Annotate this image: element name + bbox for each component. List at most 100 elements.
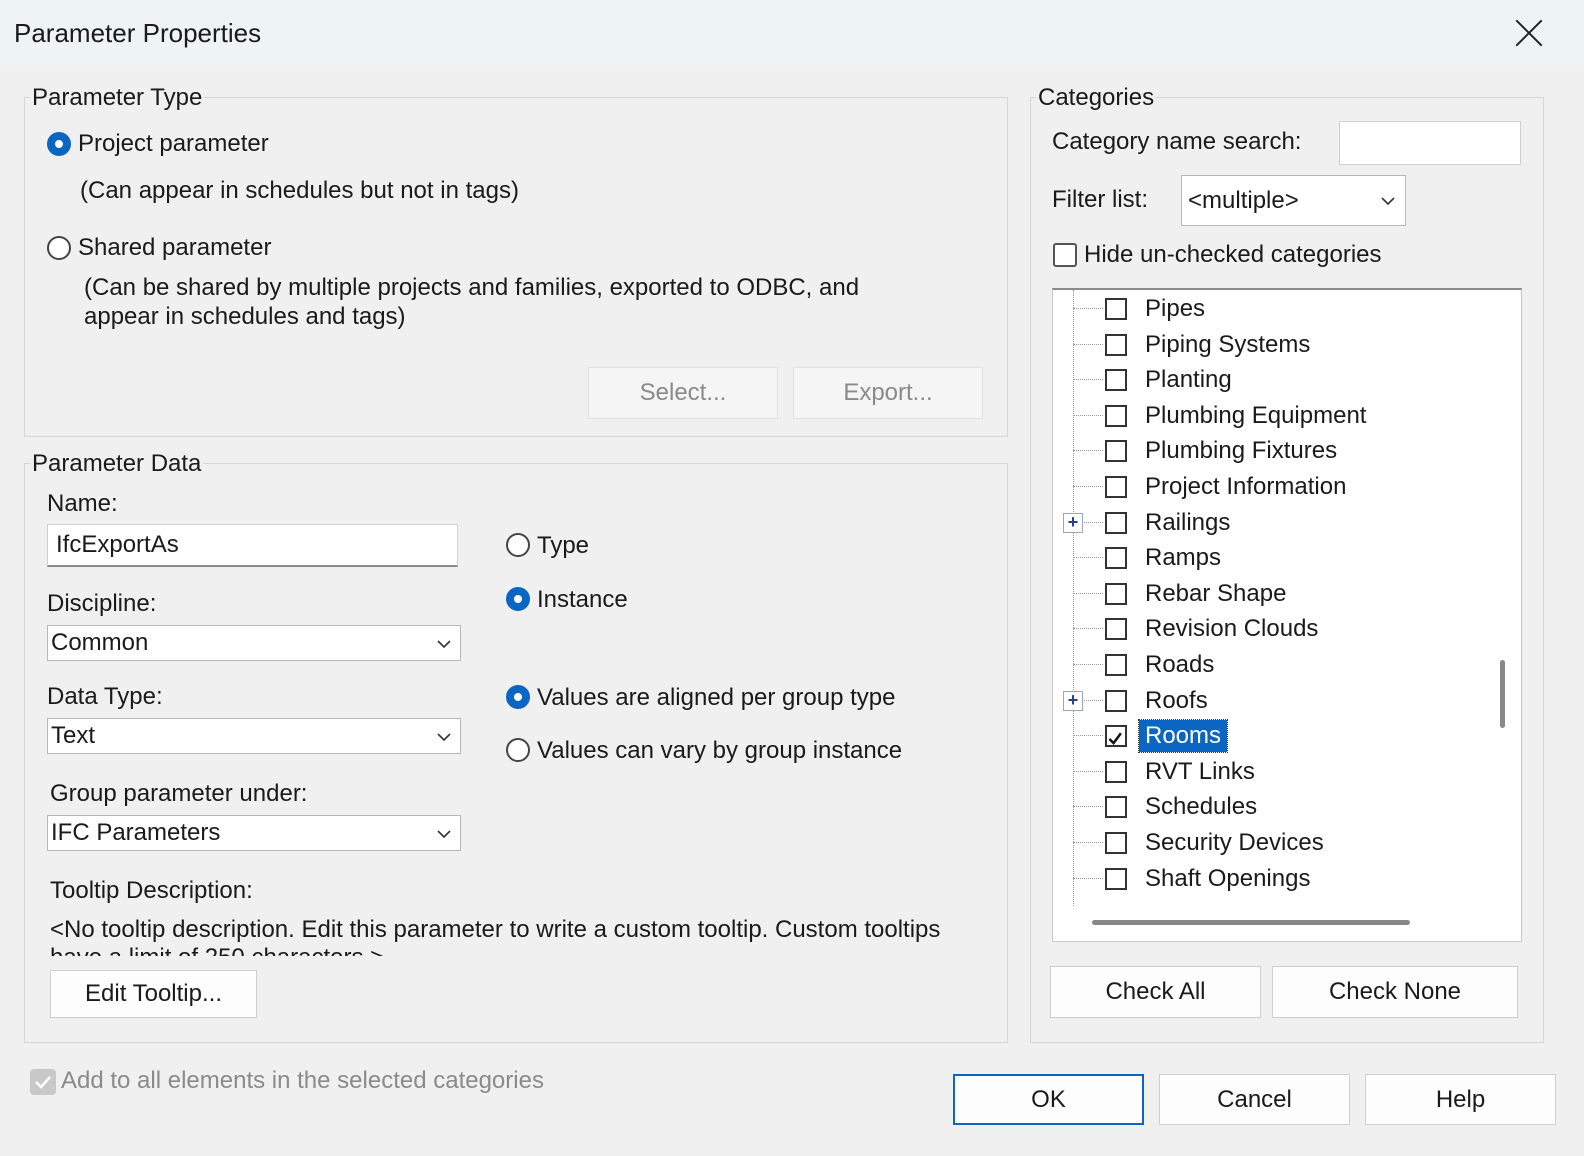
category-tree-row[interactable]: Plumbing Fixtures: [1053, 433, 1483, 469]
category-label: Schedules: [1145, 793, 1258, 821]
aligned-per-group-type-radio[interactable]: [506, 685, 530, 709]
shared-parameter-description-2: appear in schedules and tags): [84, 303, 406, 330]
group-parameter-label: Group parameter under:: [50, 780, 308, 807]
category-checkbox[interactable]: [1105, 404, 1127, 427]
category-checkbox[interactable]: [1105, 298, 1127, 320]
tree-connector: [1073, 486, 1103, 487]
category-tree-row[interactable]: Ramps: [1053, 540, 1483, 576]
data-type-select[interactable]: Text: [47, 718, 461, 754]
category-label: Roads: [1145, 651, 1215, 678]
cancel-button[interactable]: Cancel: [1159, 1074, 1350, 1125]
category-tree-row[interactable]: Pipes: [1053, 291, 1483, 327]
tree-connector: [1073, 770, 1103, 772]
category-checkbox[interactable]: [1105, 440, 1127, 463]
category-tree-row[interactable]: Security Devices: [1053, 825, 1483, 861]
select-button[interactable]: Select...: [588, 367, 778, 419]
category-tree-row[interactable]: + Roofs: [1053, 683, 1483, 719]
category-checkbox[interactable]: [1105, 511, 1127, 534]
expand-plus-icon[interactable]: +: [1063, 690, 1083, 711]
category-tree-row[interactable]: Rebar Shape: [1053, 576, 1483, 612]
category-search-input[interactable]: [1339, 121, 1521, 165]
category-tree-row[interactable]: Plumbing Equipment: [1053, 398, 1483, 434]
project-parameter-description: (Can appear in schedules but not in tags…: [80, 177, 519, 204]
category-checkbox[interactable]: [1105, 867, 1127, 890]
tree-connector: [1073, 308, 1103, 309]
shared-parameter-radio[interactable]: [47, 236, 71, 260]
category-tree-row[interactable]: Planting: [1053, 362, 1483, 398]
group-parameter-value: IFC Parameters: [51, 819, 221, 846]
category-search-label: Category name search:: [1052, 128, 1302, 155]
category-label: Project Information: [1145, 473, 1347, 500]
group-parameter-select[interactable]: IFC Parameters: [47, 815, 461, 851]
category-tree[interactable]: Pipes Piping Systems Planting Plumbing Equi…: [1052, 288, 1522, 942]
hide-unchecked-checkbox[interactable]: [1053, 243, 1077, 267]
discipline-label: Discipline:: [47, 590, 157, 617]
category-tree-row[interactable]: Roads: [1053, 647, 1483, 683]
discipline-value: Common: [51, 629, 149, 656]
category-checkbox[interactable]: [1105, 476, 1127, 498]
help-button[interactable]: Help: [1365, 1074, 1556, 1125]
tree-connector: [1073, 877, 1103, 879]
check-none-button[interactable]: Check None: [1272, 966, 1518, 1018]
category-label: Security Devices: [1145, 829, 1324, 856]
category-tree-row[interactable]: Rooms: [1053, 718, 1483, 754]
horizontal-scrollbar-thumb[interactable]: [1092, 920, 1410, 925]
category-checkbox[interactable]: [1105, 689, 1127, 712]
tree-connector: [1073, 343, 1103, 345]
tree-connector: [1073, 842, 1103, 843]
name-input[interactable]: IfcExportAs: [47, 524, 458, 567]
category-tree-row[interactable]: Revision Clouds: [1053, 611, 1483, 647]
chevron-down-icon: [1381, 197, 1395, 206]
close-icon[interactable]: [1510, 14, 1548, 52]
category-checkbox[interactable]: [1105, 582, 1127, 605]
filter-list-label: Filter list:: [1052, 186, 1148, 213]
export-button[interactable]: Export...: [793, 367, 983, 419]
category-checkbox[interactable]: [1105, 369, 1127, 392]
data-type-label: Data Type:: [47, 683, 163, 710]
instance-radio[interactable]: [506, 587, 530, 611]
category-checkbox[interactable]: [1105, 654, 1127, 676]
category-checkbox[interactable]: [1105, 618, 1127, 641]
category-tree-row[interactable]: RVT Links: [1053, 754, 1483, 790]
ok-button[interactable]: OK: [953, 1074, 1144, 1125]
edit-tooltip-button[interactable]: Edit Tooltip...: [50, 970, 257, 1018]
category-tree-row[interactable]: Piping Systems: [1053, 327, 1483, 363]
tree-connector: [1073, 450, 1103, 452]
tooltip-text-line-2: have a limit of 250 characters.>: [50, 944, 990, 956]
shared-parameter-label: Shared parameter: [78, 234, 272, 261]
category-checkbox[interactable]: [1105, 333, 1127, 356]
chevron-down-icon: [437, 830, 451, 839]
check-all-button[interactable]: Check All: [1050, 966, 1261, 1018]
tooltip-description-text: <No tooltip description. Edit this param…: [50, 916, 990, 956]
checkmark-icon: [1108, 732, 1122, 746]
category-checkbox[interactable]: [1105, 725, 1127, 748]
filter-list-select[interactable]: <multiple>: [1181, 175, 1406, 226]
add-to-all-checkbox[interactable]: [30, 1069, 56, 1095]
tree-connector: [1073, 414, 1103, 416]
tooltip-description-label: Tooltip Description:: [50, 877, 253, 904]
category-checkbox[interactable]: [1105, 832, 1127, 854]
category-checkbox[interactable]: [1105, 796, 1127, 819]
category-tree-row[interactable]: Project Information: [1053, 469, 1483, 505]
filter-list-value: <multiple>: [1188, 186, 1299, 214]
tree-connector: [1073, 735, 1103, 737]
tree-connector: [1073, 557, 1103, 559]
vary-by-group-instance-radio[interactable]: [506, 738, 530, 762]
tooltip-text-line-1: <No tooltip description. Edit this param…: [50, 916, 941, 943]
project-parameter-label: Project parameter: [78, 130, 269, 157]
category-label: Pipes: [1145, 295, 1206, 322]
discipline-select[interactable]: Common: [47, 625, 461, 661]
category-checkbox[interactable]: [1105, 547, 1127, 570]
aligned-per-group-type-label: Values are aligned per group type: [537, 684, 896, 711]
expand-plus-icon[interactable]: +: [1063, 512, 1083, 533]
instance-label: Instance: [537, 586, 628, 613]
tree-connector: [1073, 628, 1103, 630]
project-parameter-radio[interactable]: [47, 132, 71, 156]
category-tree-row[interactable]: Schedules: [1053, 789, 1483, 825]
chevron-down-icon: [437, 733, 451, 742]
type-radio[interactable]: [506, 533, 530, 557]
category-tree-row[interactable]: Shaft Openings: [1053, 861, 1483, 897]
category-tree-row[interactable]: + Railings: [1053, 505, 1483, 541]
category-checkbox[interactable]: [1105, 760, 1127, 783]
vertical-scrollbar-thumb[interactable]: [1500, 660, 1505, 728]
